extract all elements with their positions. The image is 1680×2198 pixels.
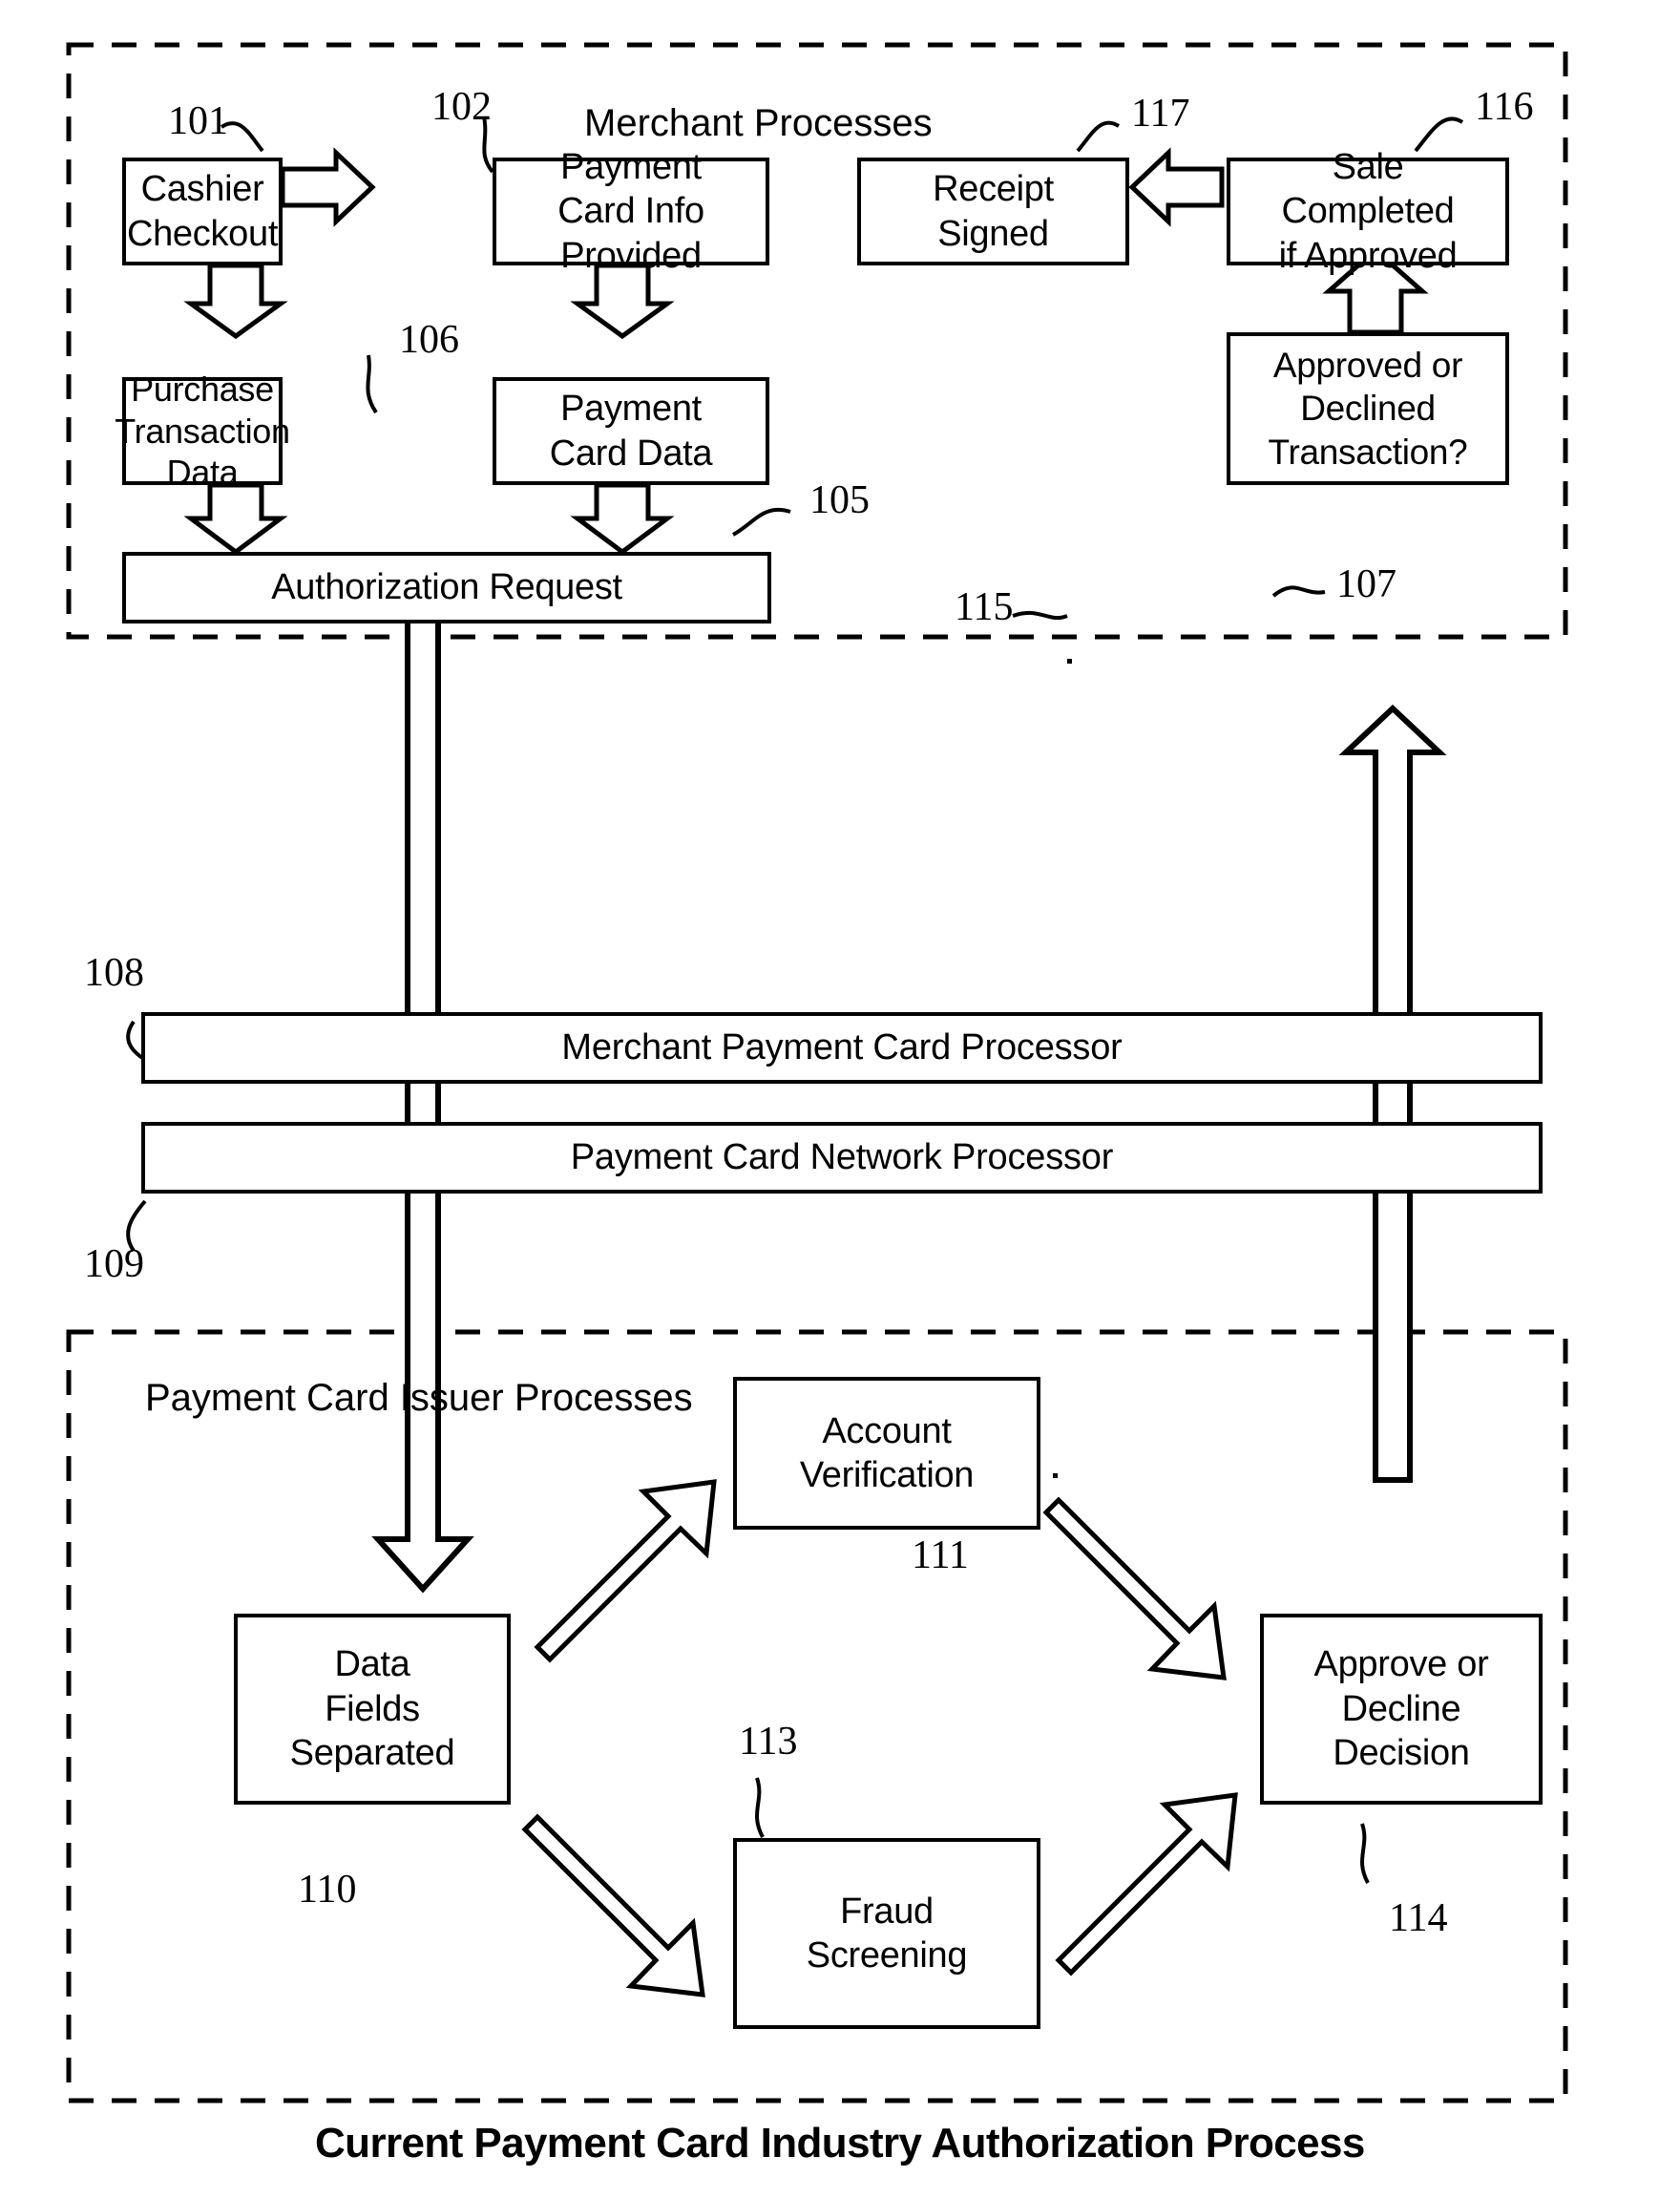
arrow-carddata-to-authrequest bbox=[570, 482, 675, 556]
box-purchase-transaction-data-line3: Data bbox=[166, 453, 239, 493]
box-cashier-checkout-line2: Checkout bbox=[126, 213, 279, 254]
scan-speck bbox=[1067, 659, 1072, 664]
box-approved-or-declined-transaction: Approved or Declined Transaction? bbox=[1227, 332, 1509, 485]
arrow-sale-to-receipt bbox=[1128, 147, 1225, 227]
ref-115: 115 bbox=[955, 585, 1014, 629]
box-purchase-transaction-data-line1: Purchase bbox=[131, 369, 274, 409]
box-payment-card-data: Payment Card Data bbox=[493, 377, 769, 485]
arrow-cashier-to-purchasedata bbox=[183, 263, 288, 340]
box-approve-or-decline-decision-line1: Approve or bbox=[1313, 1644, 1489, 1685]
arrow-cashier-to-cardinfo bbox=[280, 147, 376, 227]
arrow-purchasedata-to-authrequest bbox=[183, 482, 288, 556]
ref-111: 111 bbox=[912, 1533, 969, 1577]
box-payment-card-info-provided: Payment Card Info Provided bbox=[493, 147, 769, 276]
box-payment-card-info-provided-line1: Payment bbox=[560, 146, 702, 187]
box-sale-completed-line2: Completed bbox=[1281, 191, 1455, 232]
arrow-decision-to-approveddeclined bbox=[1338, 704, 1447, 1483]
issuer-processes-label-line3: Processes bbox=[514, 1377, 693, 1419]
ref-113: 113 bbox=[739, 1720, 798, 1764]
box-approved-or-declined-transaction-line3: Transaction? bbox=[1268, 432, 1468, 472]
box-fraud-screening-line2: Screening bbox=[806, 1935, 968, 1976]
ref-108: 108 bbox=[84, 951, 144, 995]
box-approve-or-decline-decision: Approve or Decline Decision bbox=[1260, 1614, 1543, 1805]
arrow-datafields-to-accountverification bbox=[534, 1479, 717, 1663]
box-approved-or-declined-transaction-line2: Declined bbox=[1300, 389, 1436, 429]
ref-106: 106 bbox=[399, 318, 459, 362]
leader-106 bbox=[366, 354, 378, 414]
issuer-processes-label-line2: Card Issuer bbox=[305, 1377, 504, 1419]
box-account-verification-line1: Account bbox=[822, 1410, 952, 1451]
issuer-processes-label-line1: Payment bbox=[145, 1377, 296, 1419]
box-approve-or-decline-decision-line2: Decline bbox=[1341, 1688, 1461, 1729]
ref-105: 105 bbox=[809, 478, 870, 522]
leader-115 bbox=[1012, 610, 1068, 621]
leader-117 bbox=[1076, 120, 1121, 153]
arrow-datafields-to-fraudscreening bbox=[521, 1813, 705, 1997]
box-fraud-screening-line1: Fraud bbox=[840, 1891, 934, 1932]
leader-105 bbox=[732, 508, 791, 537]
box-account-verification: Account Verification bbox=[733, 1377, 1040, 1530]
arrow-accountverification-to-decision bbox=[1042, 1496, 1227, 1680]
box-approve-or-decline-decision-line3: Decision bbox=[1333, 1733, 1470, 1774]
bar-payment-card-network-processor-label: Payment Card Network Processor bbox=[570, 1137, 1114, 1177]
leader-107 bbox=[1271, 585, 1326, 598]
ref-116: 116 bbox=[1475, 85, 1534, 129]
box-payment-card-info-provided-line2: Card Info bbox=[557, 191, 704, 232]
ref-117: 117 bbox=[1131, 92, 1190, 136]
box-sale-completed: Sale Completed if Approved bbox=[1227, 147, 1509, 276]
ref-107: 107 bbox=[1336, 562, 1396, 606]
box-data-fields-separated: Data Fields Separated bbox=[234, 1614, 511, 1805]
merchant-processes-label: Merchant Processes bbox=[584, 102, 933, 144]
figure-caption: Current Payment Card Industry Authorizat… bbox=[315, 2120, 1365, 2166]
box-cashier-checkout: Cashier Checkout bbox=[122, 158, 283, 265]
box-data-fields-separated-line1: Data bbox=[334, 1644, 410, 1685]
box-purchase-transaction-data: Purchase Transaction Data bbox=[115, 370, 290, 493]
box-payment-card-data-line1: Payment bbox=[560, 389, 702, 430]
box-receipt-signed: Receipt Signed bbox=[857, 158, 1129, 265]
ref-114: 114 bbox=[1389, 1896, 1448, 1940]
leader-114 bbox=[1360, 1823, 1370, 1884]
box-approved-or-declined-transaction-line1: Approved or bbox=[1272, 346, 1463, 386]
ref-110: 110 bbox=[298, 1868, 357, 1912]
box-purchase-transaction-data-line2: Transaction bbox=[115, 411, 290, 451]
arrow-fraudscreening-to-decision bbox=[1055, 1792, 1238, 1976]
issuer-processes-label: Payment Card Issuer Processes bbox=[145, 1375, 693, 1423]
box-payment-card-info-provided-line3: Provided bbox=[560, 235, 702, 276]
box-payment-card-data-line2: Card Data bbox=[549, 433, 713, 474]
box-receipt-signed-line2: Signed bbox=[937, 213, 1049, 254]
ref-102: 102 bbox=[431, 85, 492, 129]
box-authorization-request-label: Authorization Request bbox=[271, 567, 622, 608]
bar-merchant-payment-card-processor: Merchant Payment Card Processor bbox=[141, 1012, 1543, 1084]
box-authorization-request: Authorization Request bbox=[122, 552, 771, 623]
ref-101: 101 bbox=[168, 99, 228, 143]
bar-merchant-payment-card-processor-label: Merchant Payment Card Processor bbox=[561, 1027, 1123, 1067]
scan-speck bbox=[1053, 1473, 1058, 1478]
box-receipt-signed-line1: Receipt bbox=[933, 169, 1054, 210]
arrow-authrequest-to-datafields bbox=[371, 601, 474, 1594]
box-data-fields-separated-line3: Separated bbox=[289, 1733, 455, 1774]
box-sale-completed-line3: if Approved bbox=[1278, 235, 1458, 276]
patent-figure-page: Merchant Processes Cashier Checkout 101 … bbox=[0, 0, 1680, 2198]
box-data-fields-separated-line2: Fields bbox=[325, 1688, 420, 1729]
box-fraud-screening: Fraud Screening bbox=[733, 1838, 1040, 2029]
box-sale-completed-line1: Sale bbox=[1332, 146, 1404, 187]
box-account-verification-line2: Verification bbox=[799, 1455, 975, 1495]
box-cashier-checkout-line1: Cashier bbox=[140, 169, 264, 210]
ref-109: 109 bbox=[84, 1242, 144, 1286]
leader-113 bbox=[755, 1777, 765, 1838]
bar-payment-card-network-processor: Payment Card Network Processor bbox=[141, 1122, 1543, 1194]
